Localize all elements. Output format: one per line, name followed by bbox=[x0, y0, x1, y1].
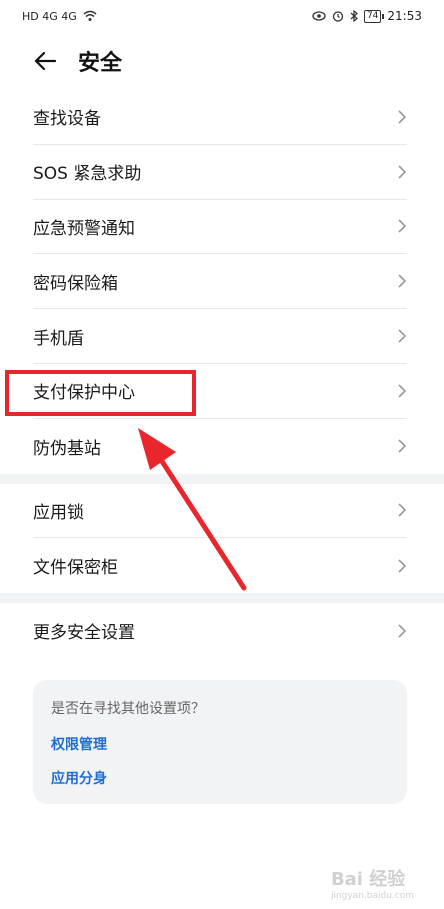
battery-indicator: 74 bbox=[363, 9, 385, 23]
menu-item-label: 应急预警通知 bbox=[33, 218, 135, 239]
menu-item-emergency-alerts[interactable]: 应急预警通知 bbox=[33, 200, 407, 255]
eye-icon bbox=[312, 11, 326, 21]
menu-item-find-device[interactable]: 查找设备 bbox=[33, 90, 407, 145]
menu-item-app-lock[interactable]: 应用锁 bbox=[33, 484, 407, 539]
back-arrow-icon[interactable] bbox=[32, 48, 58, 74]
bluetooth-icon bbox=[350, 10, 358, 22]
chevron-right-icon bbox=[398, 329, 407, 343]
watermark-sub: jingyan.baidu.com bbox=[330, 891, 414, 901]
section-primary: 查找设备 SOS 紧急求助 应急预警通知 密码保险箱 手机盾 支付保护中心 防伪… bbox=[0, 90, 444, 474]
menu-item-file-safe[interactable]: 文件保密柜 bbox=[33, 538, 407, 593]
section-divider bbox=[0, 593, 444, 604]
chevron-right-icon bbox=[398, 503, 407, 518]
menu-item-label: 手机盾 bbox=[33, 328, 84, 349]
menu-item-sos[interactable]: SOS 紧急求助 bbox=[33, 145, 407, 200]
menu-item-label: SOS 紧急求助 bbox=[33, 164, 142, 185]
page-title: 安全 bbox=[78, 51, 123, 76]
suggestion-card: 是否在寻找其他设置项？ 权限管理 应用分身 bbox=[33, 679, 407, 804]
status-time: 21:53 bbox=[387, 9, 422, 23]
chevron-right-icon bbox=[398, 384, 407, 398]
link-permission-management[interactable]: 权限管理 bbox=[51, 734, 389, 754]
chevron-right-icon bbox=[398, 219, 407, 234]
menu-item-anti-fake-station[interactable]: 防伪基站 bbox=[33, 419, 407, 474]
menu-item-more-security[interactable]: 更多安全设置 bbox=[33, 603, 407, 658]
status-right: 74 21:53 bbox=[312, 9, 422, 23]
signal-icons: HD 4G 4G bbox=[22, 9, 77, 23]
menu-item-label: 应用锁 bbox=[33, 502, 84, 523]
highlight-box bbox=[5, 370, 196, 416]
menu-item-label: 密码保险箱 bbox=[33, 273, 118, 294]
menu-item-password-vault[interactable]: 密码保险箱 bbox=[33, 254, 407, 310]
wifi-icon bbox=[83, 10, 97, 21]
status-bar: HD 4G 4G 74 21:53 bbox=[0, 0, 444, 32]
watermark: Bai 经验 jingyan.baidu.com bbox=[331, 865, 414, 901]
section-divider bbox=[0, 473, 444, 484]
chevron-right-icon bbox=[398, 623, 407, 638]
watermark-text: Bai 经验 bbox=[330, 869, 406, 890]
menu-item-label: 查找设备 bbox=[33, 109, 101, 130]
alarm-icon bbox=[332, 11, 344, 22]
header: 安全 bbox=[0, 32, 444, 90]
section-more: 更多安全设置 bbox=[0, 603, 444, 658]
menu-item-phone-shield[interactable]: 手机盾 bbox=[33, 309, 407, 364]
menu-item-label: 更多安全设置 bbox=[33, 623, 135, 644]
menu-item-label: 文件保密柜 bbox=[33, 558, 118, 579]
chevron-right-icon bbox=[398, 559, 407, 573]
status-left: HD 4G 4G bbox=[22, 10, 97, 23]
chevron-right-icon bbox=[398, 439, 407, 453]
chevron-right-icon bbox=[398, 165, 407, 179]
chevron-right-icon bbox=[398, 110, 407, 124]
suggestion-question: 是否在寻找其他设置项？ bbox=[51, 700, 205, 717]
section-secondary: 应用锁 文件保密柜 bbox=[0, 483, 444, 594]
link-app-twin[interactable]: 应用分身 bbox=[51, 768, 389, 788]
chevron-right-icon bbox=[398, 274, 407, 288]
menu-item-label: 防伪基站 bbox=[33, 438, 101, 459]
